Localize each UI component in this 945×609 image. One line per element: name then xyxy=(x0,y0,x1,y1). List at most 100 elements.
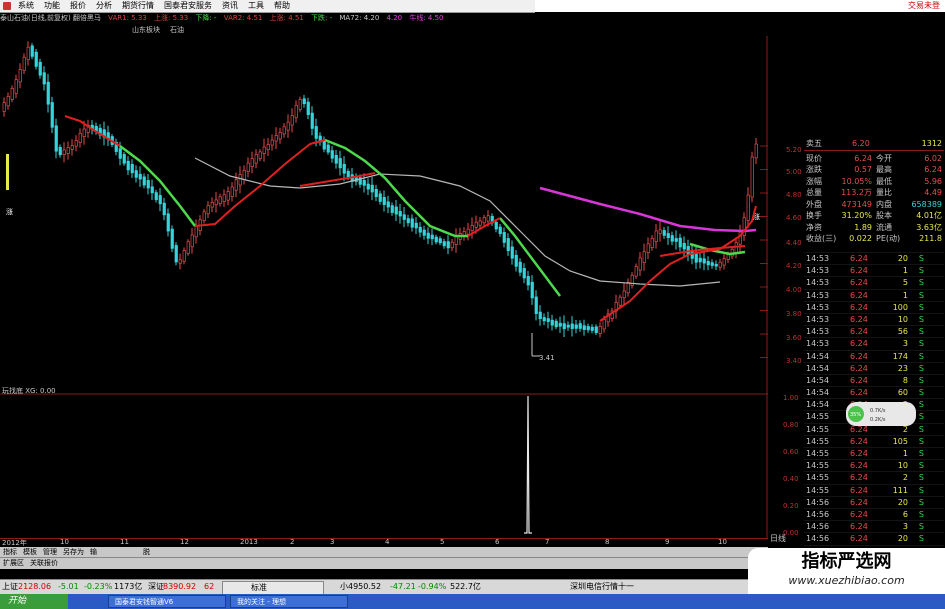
tick-t: 14:55 xyxy=(806,473,830,483)
candle-body xyxy=(374,188,378,198)
tick-row[interactable]: 14:54 6.24 174 S xyxy=(804,349,944,362)
menu-system[interactable]: 系统 xyxy=(13,0,39,12)
tick-v: 3 xyxy=(902,522,908,532)
candle-body xyxy=(286,121,290,131)
menu-futures[interactable]: 期货行情 xyxy=(117,0,159,12)
tick-d: S xyxy=(918,254,924,263)
menu-broker-service[interactable]: 国泰君安服务 xyxy=(159,0,217,12)
tab-related-quotes[interactable]: 关联报价 xyxy=(27,558,61,569)
tick-v: 105 xyxy=(892,436,908,446)
tick-row[interactable]: 14:53 6.24 5 S xyxy=(804,276,944,288)
tick-row[interactable]: 14:55 6.24 105 S xyxy=(804,434,944,447)
task-app[interactable]: 国泰君安钱智通V6 xyxy=(108,595,226,608)
tick-row[interactable]: 14:56 6.24 20 S xyxy=(804,532,944,544)
date-tick: 8 xyxy=(605,538,610,546)
tab-template[interactable]: 模板 xyxy=(20,547,40,557)
tick-p: 6.24 xyxy=(850,375,868,385)
candle-body xyxy=(78,132,82,143)
tick-row[interactable]: 14:56 6.24 3 S xyxy=(804,520,944,532)
legend-ma72: MA72: 4.20 xyxy=(339,14,380,22)
candle-body xyxy=(498,226,502,234)
sh-amount: 1173亿 xyxy=(114,582,143,591)
tick-t: 14:55 xyxy=(806,424,830,434)
candle-body xyxy=(586,326,590,331)
candle-body xyxy=(70,145,74,150)
tick-v: 1 xyxy=(902,290,908,300)
cyb-amount: 522.7亿 xyxy=(450,582,481,591)
menu-tools[interactable]: 工具 xyxy=(243,0,269,12)
tick-p: 6.24 xyxy=(850,522,868,532)
date-tick: 11 xyxy=(120,538,129,546)
candle-body xyxy=(42,72,46,85)
tick-row[interactable]: 14:56 6.24 20 S xyxy=(804,495,944,508)
tab-save-as[interactable]: 另存为 xyxy=(60,547,87,557)
candle-body xyxy=(454,236,458,245)
tick-row[interactable]: 14:55 6.24 1 S xyxy=(804,447,944,459)
tab-input[interactable]: 输 xyxy=(87,547,100,557)
candle-body xyxy=(510,246,514,259)
quote-value: 0.022 xyxy=(849,234,872,243)
period-daily-button[interactable]: 日线 xyxy=(770,533,786,544)
bubble-pct: 35% xyxy=(850,412,861,418)
candle-body xyxy=(74,140,78,147)
candle-body xyxy=(514,254,518,267)
tick-row[interactable]: 14:53 6.24 20 S xyxy=(804,252,944,264)
quote-value: 6.02 xyxy=(924,153,942,163)
date-tick: 9 xyxy=(665,538,670,546)
quote-label: 内盘 xyxy=(876,199,892,209)
quote-label: 最低 xyxy=(876,176,892,186)
tick-row[interactable]: 14:54 6.24 60 S xyxy=(804,386,944,398)
tick-row[interactable]: 14:53 6.24 1 S xyxy=(804,264,944,276)
mode-toolbar[interactable]: 标准 xyxy=(222,581,324,595)
tick-row[interactable]: 14:54 6.24 23 S xyxy=(804,361,944,374)
quote-value: 3.63亿 xyxy=(916,222,942,232)
indicator-label: 玩找底 XG: 0.00 xyxy=(2,387,56,395)
quote-label: 外盘 xyxy=(806,199,822,209)
tab-indicator[interactable]: 指标 xyxy=(0,547,20,557)
candle-body xyxy=(670,235,674,242)
server-name[interactable]: 深圳电信行情十一 xyxy=(570,580,634,594)
menu-news[interactable]: 资讯 xyxy=(217,0,243,12)
candle-body xyxy=(54,125,58,152)
menu-help[interactable]: 帮助 xyxy=(269,0,295,12)
candle-body xyxy=(658,229,662,234)
price-tick: 3.60 xyxy=(786,334,802,342)
candle-body xyxy=(518,261,522,273)
mode-standard-label[interactable]: 标准 xyxy=(251,582,267,594)
candle-body xyxy=(650,238,654,248)
candle-body xyxy=(18,69,22,83)
menu-analysis[interactable]: 分析 xyxy=(91,0,117,12)
tab-manage[interactable]: 管理 xyxy=(40,547,60,557)
date-tick: 5 xyxy=(440,538,445,546)
tick-row[interactable]: 14:55 6.24 10 S xyxy=(804,459,944,471)
tick-row[interactable]: 14:53 6.24 100 S xyxy=(804,300,944,313)
cyb-index: 小4950.52 xyxy=(340,582,382,591)
candle-body xyxy=(426,232,430,239)
tab-extra[interactable]: 脱 xyxy=(140,547,153,557)
menu-functions[interactable]: 功能 xyxy=(39,0,65,12)
tick-row[interactable]: 14:53 6.24 10 S xyxy=(804,312,944,325)
kline-chart[interactable]: 涨 涨 3.41 xyxy=(0,36,768,538)
task-browser[interactable]: 我的关注 - 理想 xyxy=(230,595,348,608)
tick-v: 100 xyxy=(892,302,908,312)
tick-p: 6.24 xyxy=(850,254,868,263)
tick-row[interactable]: 14:53 6.24 56 S xyxy=(804,325,944,337)
candle-body xyxy=(422,229,426,236)
tick-row[interactable]: 14:54 6.24 8 S xyxy=(804,373,944,386)
candle-body xyxy=(418,226,422,233)
menu-quotes[interactable]: 报价 xyxy=(65,0,91,12)
tick-row[interactable]: 14:56 6.24 6 S xyxy=(804,507,944,520)
tab-extension-area[interactable]: 扩展区 xyxy=(0,558,27,569)
tick-row[interactable]: 14:53 6.24 1 S xyxy=(804,288,944,301)
candle-body xyxy=(494,221,498,230)
tick-row[interactable]: 14:55 6.24 2S xyxy=(804,471,944,483)
tick-t: 14:56 xyxy=(806,522,830,532)
tick-row[interactable]: 14:53 6.24 3 S xyxy=(804,337,944,349)
candle-body xyxy=(582,325,586,330)
tick-v: 60 xyxy=(897,388,908,398)
quote-label: 涨跌 xyxy=(806,165,822,174)
tick-row[interactable]: 14:55 6.24 111 S xyxy=(804,483,944,496)
trade-login-button[interactable]: 交易未登 xyxy=(908,0,940,12)
quote-row: 总量 113.2万 量比 4.49 xyxy=(804,187,944,199)
start-button[interactable]: 开始 xyxy=(0,594,68,609)
